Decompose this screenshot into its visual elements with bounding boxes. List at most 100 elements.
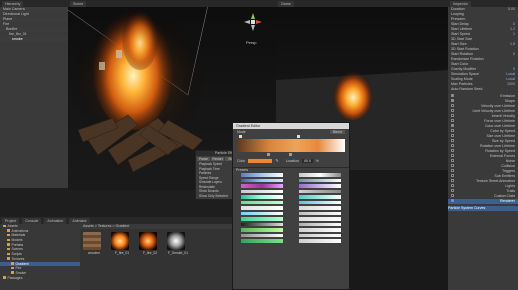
color-location-row: Color ✎ Location 68.8 % [233,156,349,165]
alpha-stop[interactable] [297,135,300,138]
folder-label: Animations [11,228,29,233]
module-checkbox[interactable] [451,194,454,197]
gradient-preset[interactable] [241,173,283,177]
inspector-property-row[interactable]: Auto Random Seed [448,87,518,92]
gradient-preset[interactable] [299,178,341,182]
gradient-preset[interactable] [241,178,283,182]
folder-item[interactable]: Packages [0,276,80,281]
gradient-preset[interactable] [299,211,341,215]
project-tree: Assets Animations Materials Models Prefabs Sc… [0,224,80,290]
folder-label: Scenes [11,247,23,252]
module-checkbox[interactable] [451,134,454,137]
folder-icon [3,224,6,227]
gradient-preset[interactable] [299,189,341,193]
module-row[interactable]: Renderer [448,199,518,204]
module-checkbox[interactable] [451,139,454,142]
module-checkbox[interactable] [451,164,454,167]
gradient-preset[interactable] [299,184,341,188]
gradient-preset[interactable] [241,217,283,221]
inspector-tabbar: Inspector [448,0,518,7]
asset-tile[interactable]: F_fire_02 [139,232,161,255]
folder-label: Gradient [15,261,29,266]
module-checkbox[interactable] [451,154,454,157]
property-value[interactable]: 1000 [507,82,515,87]
gradient-preset[interactable] [299,195,341,199]
mode-label: Mode [237,130,246,134]
project-tab[interactable]: Animation [44,217,67,224]
property-value[interactable]: 1.5 [510,42,515,47]
property-value[interactable]: 0 [513,52,515,57]
module-checkbox[interactable] [451,184,454,187]
location-field[interactable]: 68.8 [301,158,313,163]
hierarchy-item[interactable]: smoke [0,37,68,42]
gradient-preset[interactable] [241,211,283,215]
asset-label: F_fire_01 [114,251,130,255]
module-checkbox[interactable] [451,199,454,202]
game-tab[interactable]: Game [278,0,294,7]
module-checkbox[interactable] [451,119,454,122]
scene-gizmo[interactable] [244,13,262,31]
module-checkbox[interactable] [451,104,454,107]
asset-tile[interactable]: F_Smoke_01 [167,232,189,255]
color-stop-markers [237,152,345,156]
folder-label: Models [11,238,23,243]
gradient-preset[interactable] [241,228,283,232]
gradient-preset[interactable] [299,200,341,204]
gradient-preset[interactable] [241,222,283,226]
asset-thumbnail [167,232,185,250]
color-stop[interactable] [267,153,270,156]
hierarchy-panel: Hierarchy Main Camera Directional Light Pl… [0,0,68,188]
eyedropper-icon[interactable]: ✎ [275,158,278,163]
asset-tile[interactable]: wooden [83,232,105,255]
mode-dropdown[interactable]: Blend [330,130,345,134]
gradient-preset[interactable] [241,206,283,210]
gradient-preset[interactable] [241,233,283,237]
module-checkbox[interactable] [451,189,454,192]
gradient-preset[interactable] [241,184,283,188]
module-checkbox[interactable] [451,109,454,112]
game-fire [333,70,373,120]
persp-label: Persp [246,40,257,45]
gradient-preset[interactable] [299,206,341,210]
module-checkbox[interactable] [451,149,454,152]
gradient-preset[interactable] [299,239,341,243]
overlay-button[interactable]: Pause [197,157,210,161]
gradient-bar[interactable] [237,139,345,152]
alpha-stop[interactable] [239,135,242,138]
module-checkbox[interactable] [451,174,454,177]
module-checkbox[interactable] [451,99,454,102]
project-tab[interactable]: Console [22,217,42,224]
scene-tab[interactable]: Scene [70,0,87,7]
module-checkbox[interactable] [451,159,454,162]
module-checkbox[interactable] [451,144,454,147]
asset-tile[interactable]: F_fire_01 [111,232,133,255]
module-checkbox[interactable] [451,114,454,117]
project-tab[interactable]: Project [2,217,20,224]
camera-gizmo [116,50,122,58]
folder-label: Smoke [15,270,27,275]
game-tabbar: Game [276,0,448,7]
property-value[interactable]: 5.00 [508,7,515,12]
overlay-button[interactable]: Restart [211,157,224,161]
gradient-preset[interactable] [299,228,341,232]
project-tab[interactable]: Animator [69,217,90,224]
module-checkbox[interactable] [451,124,454,127]
hierarchy-tab[interactable]: Hierarchy [2,0,24,7]
gradient-preset[interactable] [299,222,341,226]
gradient-preset[interactable] [241,189,283,193]
color-swatch[interactable] [248,158,273,163]
gradient-preset[interactable] [299,233,341,237]
gradient-preset[interactable] [299,217,341,221]
color-stop[interactable] [289,153,292,156]
module-checkbox[interactable] [451,179,454,182]
particle-curves-label[interactable]: Particle System Curves [448,206,518,211]
gradient-preset[interactable] [241,195,283,199]
gradient-preset[interactable] [241,239,283,243]
inspector-tab[interactable]: Inspector [450,0,471,7]
property-value[interactable]: 1 [513,32,515,37]
module-checkbox[interactable] [451,129,454,132]
module-checkbox[interactable] [451,94,454,97]
gradient-preset[interactable] [241,200,283,204]
module-checkbox[interactable] [451,169,454,172]
gradient-preset[interactable] [299,173,341,177]
